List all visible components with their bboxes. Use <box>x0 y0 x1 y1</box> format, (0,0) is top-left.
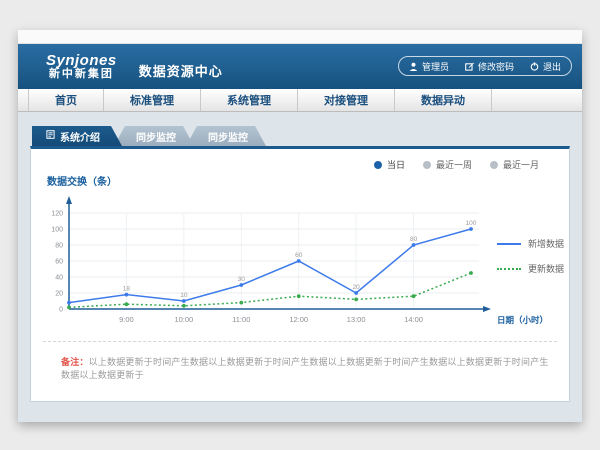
svg-text:100: 100 <box>466 220 477 227</box>
svg-text:18: 18 <box>123 286 131 293</box>
user-menu-label: 管理员 <box>422 60 449 73</box>
footnote-prefix: 备注： <box>61 357 89 367</box>
svg-text:10: 10 <box>180 292 188 299</box>
svg-text:日期（小时）: 日期（小时） <box>497 315 548 325</box>
tab-label: 系统介绍 <box>60 129 100 144</box>
legend-label: 新增数据 <box>528 237 564 250</box>
logout-button[interactable]: 退出 <box>530 60 561 73</box>
radio-dot-icon <box>490 161 498 169</box>
svg-text:40: 40 <box>55 275 63 282</box>
tab-label: 同步监控 <box>136 129 176 144</box>
chart-legend: 新增数据 更新数据 <box>497 237 564 275</box>
app-header: Synjones 新中新集团 数据资源中心 管理员 修改密码 退出 <box>18 44 582 89</box>
radio-today[interactable]: 当日 <box>374 158 405 171</box>
tab-sync-monitor-2[interactable]: 同步监控 <box>186 126 266 146</box>
radio-dot-icon <box>374 161 382 169</box>
tab-label: 同步监控 <box>208 129 248 144</box>
svg-text:13:00: 13:00 <box>347 315 366 324</box>
radio-last-month[interactable]: 最近一月 <box>490 158 539 171</box>
svg-text:30: 30 <box>238 276 246 283</box>
app-window: Synjones 新中新集团 数据资源中心 管理员 修改密码 退出 <box>18 30 582 422</box>
admin-user-button[interactable]: 管理员 <box>409 60 449 73</box>
y-axis-title: 数据交换（条） <box>47 173 117 188</box>
solid-line-icon <box>497 243 521 245</box>
user-menu-label: 退出 <box>543 60 561 73</box>
browser-strip <box>18 30 582 44</box>
radio-label: 当日 <box>387 158 405 171</box>
svg-text:120: 120 <box>51 211 63 218</box>
radio-last-week[interactable]: 最近一周 <box>423 158 472 171</box>
nav-item-system-mgmt[interactable]: 系统管理 <box>201 89 298 111</box>
company-logo: Synjones 新中新集团 <box>46 53 117 80</box>
nav-item-home[interactable]: 首页 <box>28 89 104 111</box>
time-range-filter: 当日 最近一周 最近一月 <box>374 158 539 171</box>
legend-new-data: 新增数据 <box>497 237 564 250</box>
svg-text:10:00: 10:00 <box>174 315 193 324</box>
svg-text:100: 100 <box>51 227 63 234</box>
nav-item-standard-mgmt[interactable]: 标准管理 <box>104 89 201 111</box>
footnote-text: 以上数据更新于时间产生数据以上数据更新于时间产生数据以上数据更新于时间产生数据以… <box>61 357 549 380</box>
user-menu-label: 修改密码 <box>478 60 514 73</box>
svg-text:11:00: 11:00 <box>232 315 250 324</box>
logout-icon <box>530 62 539 71</box>
logo-english: Synjones <box>46 53 117 69</box>
note-divider <box>43 341 557 342</box>
document-icon <box>46 130 55 142</box>
change-password-button[interactable]: 修改密码 <box>465 60 514 73</box>
legend-label: 更新数据 <box>528 262 564 275</box>
svg-text:20: 20 <box>55 291 63 298</box>
radio-label: 最近一周 <box>436 158 472 171</box>
radio-dot-icon <box>423 161 431 169</box>
chart-panel: 当日 最近一周 最近一月 数据交换（条） 0 20 40 60 80 100 120 9:00… <box>30 146 570 402</box>
tab-sync-monitor-1[interactable]: 同步监控 <box>114 126 194 146</box>
nav-item-data-change[interactable]: 数据异动 <box>395 89 492 111</box>
tab-bar: 系统介绍 同步监控 同步监控 <box>32 126 582 146</box>
svg-text:9:00: 9:00 <box>119 315 134 324</box>
line-chart: 0 20 40 60 80 100 120 9:00 10:00 11:00 12:00 13:00 1… <box>35 191 571 337</box>
svg-text:60: 60 <box>55 259 63 266</box>
footnote: 备注：以上数据更新于时间产生数据以上数据更新于时间产生数据以上数据更新于时间产生… <box>61 355 549 381</box>
svg-text:20: 20 <box>353 284 361 291</box>
svg-text:80: 80 <box>410 236 418 243</box>
svg-text:12:00: 12:00 <box>289 315 308 324</box>
user-icon <box>409 62 418 71</box>
nav-item-interface-mgmt[interactable]: 对接管理 <box>298 89 395 111</box>
svg-text:0: 0 <box>59 307 63 314</box>
svg-text:60: 60 <box>295 252 303 259</box>
chart-area: 0 20 40 60 80 100 120 9:00 10:00 11:00 12:00 13:00 1… <box>35 191 571 342</box>
main-nav: 首页 标准管理 系统管理 对接管理 数据异动 <box>18 89 582 112</box>
page-title: 数据资源中心 <box>139 61 223 80</box>
user-menu: 管理员 修改密码 退出 <box>398 56 572 76</box>
dotted-line-icon <box>497 268 521 270</box>
logo-chinese: 新中新集团 <box>46 69 117 81</box>
svg-text:14:00: 14:00 <box>404 315 423 324</box>
edit-icon <box>465 62 474 71</box>
svg-text:80: 80 <box>55 243 63 250</box>
radio-label: 最近一月 <box>503 158 539 171</box>
tab-system-intro[interactable]: 系统介绍 <box>32 126 122 146</box>
legend-updated-data: 更新数据 <box>497 262 564 275</box>
